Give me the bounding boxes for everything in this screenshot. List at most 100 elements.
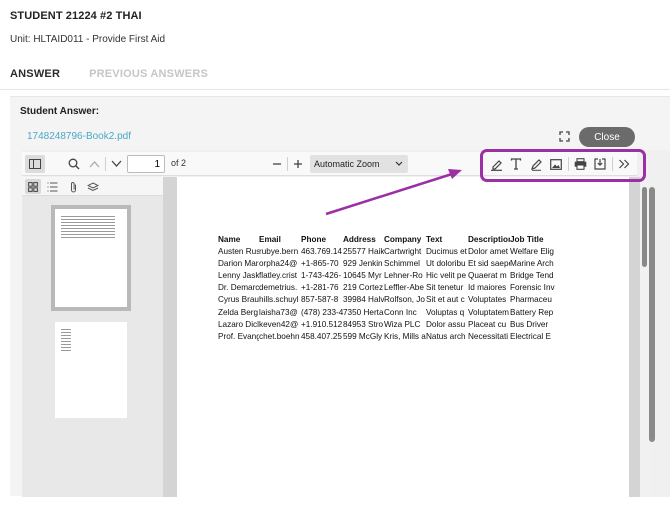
- table-cell: 1-743-426-: [301, 271, 342, 281]
- table-header-cell: Address: [343, 235, 376, 244]
- table-cell: Ducimus et: [426, 247, 467, 257]
- unit-label: Unit: HLTAID011 - Provide First Aid: [10, 34, 166, 45]
- next-page-icon[interactable]: [108, 155, 124, 173]
- page-number-input[interactable]: [127, 155, 165, 173]
- table-cell: chet.boehn: [259, 331, 300, 341]
- table-cell: Placeat cu: [468, 319, 507, 329]
- table-cell: Voluptates: [468, 295, 507, 305]
- table-cell: flatley.crist: [259, 271, 298, 281]
- layers-icon[interactable]: [85, 179, 101, 194]
- table-cell: Leffler-Abe: [384, 283, 424, 293]
- table-cell: Voluptas q: [426, 307, 465, 317]
- file-bar: 1748248796-Book2.pdf Close: [22, 125, 670, 150]
- table-cell: demetrius.: [259, 283, 298, 293]
- table-cell: hills.schuyl: [259, 295, 299, 305]
- previous-page-icon[interactable]: [86, 155, 102, 173]
- table-cell: rubye.bern: [259, 247, 299, 257]
- zoom-value: Automatic Zoom: [314, 159, 380, 169]
- table-cell: Voluptatem: [468, 307, 509, 317]
- tab-bar: ANSWER PREVIOUS ANSWERS: [10, 68, 208, 80]
- table-cell: Schimmel: [384, 259, 420, 269]
- tab-previous-answers[interactable]: PREVIOUS ANSWERS: [89, 68, 208, 80]
- table-cell: Wiza PLC: [384, 319, 421, 329]
- table-header-cell: Description: [468, 235, 510, 244]
- table-cell: Quaerat m: [468, 271, 507, 281]
- sidebar-toolbar: [22, 177, 163, 196]
- answer-card: Student Answer: 1748248796-Book2.pdf Clo…: [10, 96, 670, 497]
- table-cell: Austen Rus: [218, 247, 259, 257]
- pdf-viewer: 1748248796-Book2.pdf Close of 2: [22, 125, 670, 497]
- table-cell: 929 Jenkin: [343, 259, 383, 269]
- table-header-cell: Job Title: [510, 235, 544, 244]
- thumbnail-sidebar: [22, 177, 163, 497]
- table-cell: laisha73@: [259, 307, 298, 317]
- table-cell: 39984 Halv: [343, 295, 384, 305]
- file-link[interactable]: 1748248796-Book2.pdf: [27, 131, 131, 142]
- table-cell: Conn Inc: [384, 307, 417, 317]
- page-scrollbar-thumb[interactable]: [649, 187, 655, 442]
- table-cell: keven42@: [259, 319, 299, 329]
- outline-icon[interactable]: [44, 179, 60, 194]
- table-cell: Rolfson, Jo: [384, 295, 425, 305]
- toolbar-separator: [287, 157, 288, 171]
- table-cell: Natus arch: [426, 331, 466, 341]
- expand-icon[interactable]: [559, 131, 570, 145]
- table-cell: Dolor assu: [426, 319, 466, 329]
- table-cell: orpha24@: [259, 259, 298, 269]
- annotation-tools-highlight: [480, 149, 646, 182]
- table-cell: Bridge Tend: [510, 271, 554, 281]
- tab-answer[interactable]: ANSWER: [10, 68, 60, 80]
- table-cell: Lazaro Dicl: [218, 319, 259, 329]
- page-thumbnail-2[interactable]: [55, 322, 127, 418]
- table-cell: Lenny Jask: [218, 271, 259, 281]
- pdf-page: Name Email Phone Address Company Text Descript…: [177, 177, 629, 497]
- zoom-out-icon[interactable]: [270, 155, 284, 173]
- page-title: STUDENT 21224 #2 THAI: [10, 10, 142, 22]
- table-cell: Zelda Berg: [218, 307, 259, 317]
- table-cell: Cartwright: [384, 247, 422, 257]
- attachment-icon[interactable]: [65, 179, 81, 194]
- tab-divider: [0, 89, 670, 90]
- page-thumbnail-1[interactable]: [51, 205, 131, 311]
- table-header-cell: Text: [426, 235, 443, 244]
- table-cell: Et sid saepe: [468, 259, 510, 269]
- search-icon[interactable]: [66, 155, 82, 173]
- table-cell: Sit tenetur: [426, 283, 464, 293]
- table-cell: Hic velit pe: [426, 271, 467, 281]
- table-cell: Pharmaceu: [510, 295, 552, 305]
- table-cell: 458.407.25: [301, 331, 342, 341]
- table-cell: Prof. Evang: [218, 331, 259, 341]
- table-cell: Marine Arch: [510, 259, 554, 269]
- student-answer-label: Student Answer:: [20, 106, 100, 117]
- table-cell: Cyrus Brau: [218, 295, 259, 305]
- table-cell: 7350 Herta: [343, 307, 384, 317]
- table-cell: 10645 Myr: [343, 271, 382, 281]
- table-cell: Electrical E: [510, 331, 551, 341]
- document-scrollbar-thumb[interactable]: [642, 187, 647, 267]
- table-cell: Ut doloribu: [426, 259, 466, 269]
- table-cell: 463.769.14: [301, 247, 342, 257]
- table-cell: Bus Driver: [510, 319, 549, 329]
- table-header-cell: Company: [384, 235, 422, 244]
- table-cell: Dolor amet: [468, 247, 509, 257]
- sidebar-toggle-icon[interactable]: [25, 155, 45, 173]
- page-count: of 2: [171, 158, 187, 168]
- table-cell: 25577 Haik: [343, 247, 384, 257]
- table-cell: Necessitati: [468, 331, 509, 341]
- table-header-cell: Email: [259, 235, 281, 244]
- close-button[interactable]: Close: [579, 127, 635, 147]
- table-cell: Forensic Inv: [510, 283, 555, 293]
- table-cell: +1.910.512: [301, 319, 343, 329]
- document-area: Name Email Phone Address Company Text Descript…: [163, 177, 640, 497]
- page-scrollbar[interactable]: [648, 157, 656, 457]
- chevron-down-icon: [395, 155, 403, 179]
- thumbnails-icon[interactable]: [25, 179, 41, 194]
- table-cell: +1-865-70: [301, 259, 339, 269]
- table-cell: (478) 233-4: [301, 307, 343, 317]
- table-cell: Battery Rep: [510, 307, 554, 317]
- table-cell: 857-587-8: [301, 295, 339, 305]
- table-cell: Darion Mar: [218, 259, 259, 269]
- table-cell: Id maiores: [468, 283, 507, 293]
- zoom-in-icon[interactable]: [291, 155, 305, 173]
- zoom-select[interactable]: Automatic Zoom: [310, 155, 408, 173]
